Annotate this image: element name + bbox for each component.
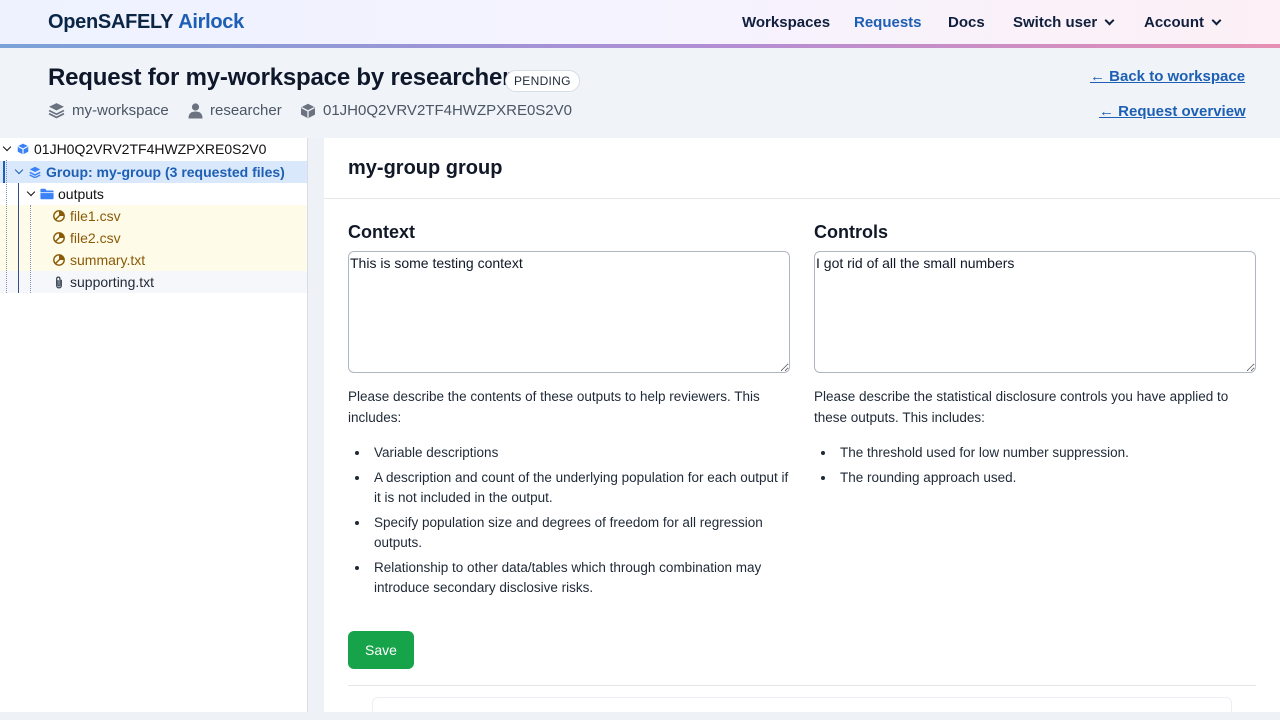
save-button[interactable]: Save bbox=[348, 631, 414, 669]
divider bbox=[324, 198, 1280, 199]
tree-item-label: 01JH0Q2VRV2TF4HWZPXRE0S2V0 bbox=[34, 141, 267, 157]
group-title: my-group group bbox=[348, 157, 503, 179]
request-overview-link[interactable]: ← Request overview bbox=[1099, 103, 1246, 120]
tree-item-label: file1.csv bbox=[70, 208, 121, 224]
nav-docs[interactable]: Docs bbox=[948, 14, 985, 31]
tree-item-supporting-file[interactable]: supporting.txt bbox=[0, 271, 307, 293]
chevron-down-icon bbox=[1104, 15, 1115, 26]
user-icon bbox=[188, 102, 203, 118]
list-item: Relationship to other data/tables which … bbox=[348, 558, 793, 599]
tree-item-file[interactable]: summary.txt bbox=[0, 249, 307, 271]
tree-item-request-root[interactable]: 01JH0Q2VRV2TF4HWZPXRE0S2V0 bbox=[0, 138, 307, 160]
tree-item-label: file2.csv bbox=[70, 230, 121, 246]
meta-workspace: my-workspace bbox=[48, 102, 169, 119]
logo-text-airlock: Airlock bbox=[178, 11, 244, 33]
context-label: Context bbox=[348, 222, 415, 242]
logo-text-opensafely: OpenSAFELY bbox=[48, 11, 174, 33]
list-item: The rounding approach used. bbox=[814, 468, 1256, 489]
folder-icon bbox=[40, 188, 54, 200]
request-header bbox=[0, 48, 1280, 138]
chevron-down-icon[interactable] bbox=[2, 142, 12, 152]
meta-author: researcher bbox=[188, 102, 282, 119]
tree-item-group[interactable]: Group: my-group (3 requested files) bbox=[0, 161, 307, 183]
app-logo[interactable]: OpenSAFELY Airlock bbox=[48, 11, 244, 34]
list-item: Variable descriptions bbox=[348, 443, 793, 464]
tree-item-label: supporting.txt bbox=[70, 274, 155, 290]
tree-item-label: Group: my-group (3 requested files) bbox=[46, 164, 285, 180]
context-help-text: Please describe the contents of these ou… bbox=[348, 389, 760, 425]
list-item: The threshold used for low number suppre… bbox=[814, 443, 1256, 464]
nav-account-label: Account bbox=[1144, 14, 1204, 31]
tree-guide-line bbox=[18, 183, 19, 293]
list-item: A description and count of the underlyin… bbox=[348, 468, 793, 509]
meta-workspace-text: my-workspace bbox=[72, 102, 169, 119]
nav-workspaces[interactable]: Workspaces bbox=[742, 14, 830, 31]
cube-icon bbox=[17, 143, 29, 155]
chevron-down-icon[interactable] bbox=[26, 187, 36, 197]
controls-label: Controls bbox=[814, 222, 888, 242]
tree-guide-line bbox=[30, 205, 31, 293]
nav-switch-user[interactable]: Switch user bbox=[1013, 14, 1115, 31]
divider bbox=[348, 685, 1256, 686]
paperclip-icon bbox=[56, 276, 62, 289]
controls-help-text: Please describe the statistical disclosu… bbox=[814, 389, 1229, 425]
status-badge: PENDING bbox=[505, 70, 580, 92]
controls-textarea[interactable]: I got rid of all the small numbers bbox=[814, 251, 1256, 373]
chevron-down-icon bbox=[1211, 15, 1222, 26]
selected-indicator bbox=[3, 161, 5, 183]
meta-request-id: 01JH0Q2VRV2TF4HWZPXRE0S2V0 bbox=[300, 102, 572, 119]
tree-guide-line bbox=[6, 160, 7, 293]
back-to-workspace-link[interactable]: ← Back to workspace bbox=[1090, 68, 1245, 85]
nav-requests[interactable]: Requests bbox=[854, 14, 922, 31]
page-title: Request for my-workspace by researcher bbox=[48, 64, 512, 91]
tree-item-file[interactable]: file2.csv bbox=[0, 227, 307, 249]
controls-help-list: The threshold used for low number suppre… bbox=[814, 443, 1256, 492]
chevron-down-icon[interactable] bbox=[14, 165, 24, 175]
context-textarea[interactable]: This is some testing context bbox=[348, 251, 790, 373]
file-pending-icon bbox=[53, 232, 65, 244]
file-tree-sidebar: 01JH0Q2VRV2TF4HWZPXRE0S2V0 Group: my-gro… bbox=[0, 138, 308, 712]
tree-item-file[interactable]: file1.csv bbox=[0, 205, 307, 227]
file-pending-icon bbox=[53, 210, 65, 222]
nav-account[interactable]: Account bbox=[1144, 14, 1222, 31]
list-item: Specify population size and degrees of f… bbox=[348, 513, 793, 554]
layers-icon bbox=[48, 103, 65, 119]
meta-request-id-text: 01JH0Q2VRV2TF4HWZPXRE0S2V0 bbox=[323, 102, 572, 119]
meta-author-text: researcher bbox=[210, 102, 282, 119]
page-bottom bbox=[0, 712, 1280, 720]
layers-icon bbox=[29, 166, 41, 178]
cube-icon bbox=[301, 103, 315, 118]
file-pending-icon bbox=[53, 254, 65, 266]
tree-item-label: outputs bbox=[58, 186, 104, 202]
tree-item-folder-outputs[interactable]: outputs bbox=[0, 183, 307, 205]
tree-item-label: summary.txt bbox=[70, 252, 146, 268]
nav-switch-user-label: Switch user bbox=[1013, 14, 1098, 31]
context-help-list: Variable descriptions A description and … bbox=[348, 443, 793, 603]
